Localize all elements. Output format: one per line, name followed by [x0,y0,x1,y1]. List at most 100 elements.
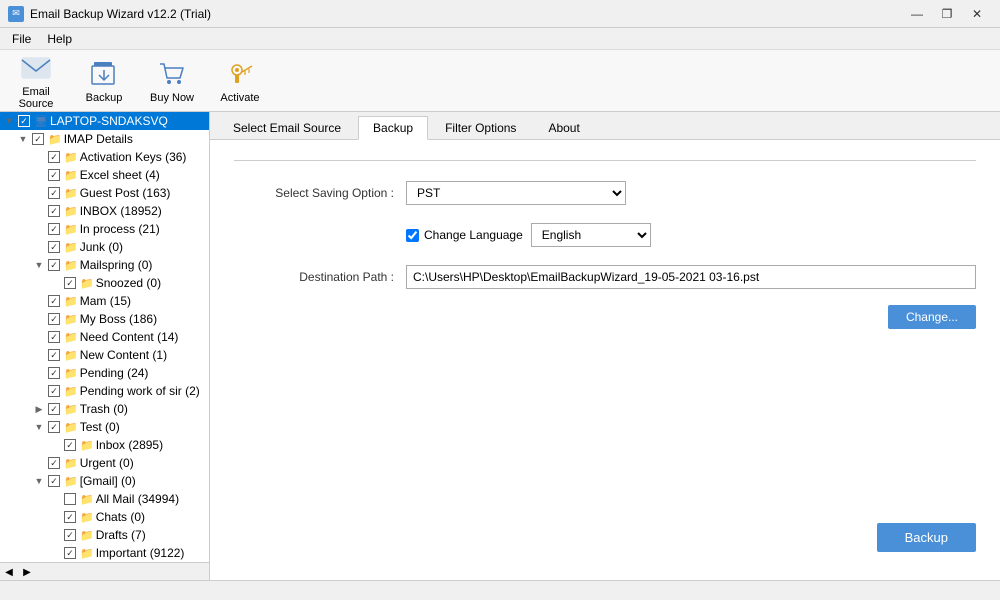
tree-item[interactable]: 📁 Activation Keys (36) [0,148,209,166]
close-button[interactable]: ✕ [962,0,992,28]
item-checkbox[interactable] [48,313,60,325]
right-panel: Select Email Source Backup Filter Option… [210,112,1000,580]
tree-item[interactable]: 📁 My Boss (186) [0,310,209,328]
tree-item[interactable]: 📁 Junk (0) [0,238,209,256]
change-language-label[interactable]: Change Language [406,228,523,242]
tree-item[interactable]: 📁 In process (21) [0,220,209,238]
maximize-button[interactable]: ❐ [932,0,962,28]
item-checkbox[interactable] [48,259,60,271]
tree-item-label: Chats (0) [96,510,145,524]
saving-option-select[interactable]: PST MBOX EML MSG PDF HTML [406,181,626,205]
folder-icon: 📁 [64,385,78,398]
item-checkbox[interactable] [48,367,60,379]
tab-about[interactable]: About [533,116,594,139]
item-checkbox[interactable] [48,457,60,469]
tree-item[interactable]: 📁 Excel sheet (4) [0,166,209,184]
tree-item[interactable]: 📁 Urgent (0) [0,454,209,472]
expand-icon[interactable]: ▼ [2,114,16,128]
item-checkbox[interactable] [64,277,76,289]
folder-icon: 📁 [80,511,94,524]
item-checkbox[interactable] [64,529,76,541]
item-checkbox[interactable] [64,493,76,505]
item-checkbox[interactable] [48,187,60,199]
tree-item[interactable]: ▼ 📁 Test (0) [0,418,209,436]
tree-item[interactable]: 📁 Mam (15) [0,292,209,310]
folder-icon: 📁 [64,475,78,488]
item-checkbox[interactable] [64,547,76,559]
tree-item[interactable]: 📁 All Mail (34994) [0,490,209,508]
tab-backup-content: Select Saving Option : PST MBOX EML MSG … [210,140,1000,580]
buy-now-button[interactable]: Buy Now [144,54,200,108]
tree-item[interactable]: 📁 Guest Post (163) [0,184,209,202]
tree-item[interactable]: ▼ 📁 Mailspring (0) [0,256,209,274]
expand-icon[interactable]: ▶ [32,402,46,416]
item-checkbox[interactable] [48,223,60,235]
tree-item[interactable]: 📁 Important (9122) [0,544,209,562]
tree-item[interactable]: ▶ 📁 Trash (0) [0,400,209,418]
item-checkbox[interactable] [64,511,76,523]
destination-input[interactable] [406,265,976,289]
item-checkbox[interactable] [48,151,60,163]
backup-action-button[interactable]: Backup [877,523,976,552]
tree-item-label: IMAP Details [64,132,133,146]
tab-filter-options[interactable]: Filter Options [430,116,531,139]
tabs-header: Select Email Source Backup Filter Option… [210,112,1000,140]
change-language-checkbox[interactable] [406,229,419,242]
tree-item-label: Trash (0) [80,402,128,416]
tree-item[interactable]: 📁 Snoozed (0) [0,274,209,292]
folder-icon: 📁 [64,349,78,362]
tree-item[interactable]: 📁 Pending (24) [0,364,209,382]
tab-backup[interactable]: Backup [358,116,428,140]
expand-icon[interactable]: ▼ [16,132,30,146]
item-checkbox[interactable] [48,349,60,361]
tree-item[interactable]: 📁 Pending work of sir (2) [0,382,209,400]
expand-icon[interactable]: ▼ [32,474,46,488]
tree-item-label: In process (21) [80,222,160,236]
tree-item[interactable]: 📁 Inbox (2895) [0,436,209,454]
item-checkbox[interactable] [48,421,60,433]
email-source-button[interactable]: Email Source [8,54,64,108]
folder-icon: 📁 [80,493,94,506]
tree-item-label: Mailspring (0) [80,258,153,272]
item-checkbox[interactable] [48,169,60,181]
menu-file[interactable]: File [4,30,39,48]
item-checkbox[interactable] [48,295,60,307]
item-checkbox[interactable] [48,205,60,217]
folder-icon: 📁 [64,457,78,470]
minimize-button[interactable]: — [902,0,932,28]
item-checkbox[interactable] [48,385,60,397]
item-checkbox[interactable] [48,475,60,487]
activate-icon [224,58,256,90]
expand-icon[interactable]: ▼ [32,258,46,272]
scroll-left-button[interactable]: ◀ [0,563,18,580]
tree-item[interactable]: 📁 Need Content (14) [0,328,209,346]
backup-button[interactable]: Backup [76,54,132,108]
tree-root[interactable]: ▼ 🖥 LAPTOP-SNDAKSVQ [0,112,209,130]
change-button[interactable]: Change... [888,305,976,329]
tree-item[interactable]: 📁 New Content (1) [0,346,209,364]
item-checkbox[interactable] [48,403,60,415]
scroll-right-button[interactable]: ▶ [18,563,36,580]
tree-item[interactable]: ▼ 📁 [Gmail] (0) [0,472,209,490]
root-checkbox[interactable] [18,115,30,127]
tree-item[interactable]: 📁 Chats (0) [0,508,209,526]
tree-item-label: Snoozed (0) [96,276,161,290]
backup-label: Backup [86,92,123,104]
language-select[interactable]: English French German Spanish [531,223,651,247]
status-bar [0,580,1000,600]
tree-item[interactable]: ▼ 📁 IMAP Details [0,130,209,148]
activate-button[interactable]: Activate [212,54,268,108]
tab-select-email-source[interactable]: Select Email Source [218,116,356,139]
saving-option-row: Select Saving Option : PST MBOX EML MSG … [234,181,976,205]
tree-item[interactable]: 📁 Drafts (7) [0,526,209,544]
item-checkbox[interactable] [48,241,60,253]
folder-icon: 📁 [64,295,78,308]
item-checkbox[interactable] [32,133,44,145]
folder-icon: 📁 [64,169,78,182]
item-checkbox[interactable] [64,439,76,451]
tree-item[interactable]: 📁 INBOX (18952) [0,202,209,220]
expand-icon[interactable]: ▼ [32,420,46,434]
tree-item-label: Test (0) [80,420,120,434]
menu-help[interactable]: Help [39,30,80,48]
item-checkbox[interactable] [48,331,60,343]
